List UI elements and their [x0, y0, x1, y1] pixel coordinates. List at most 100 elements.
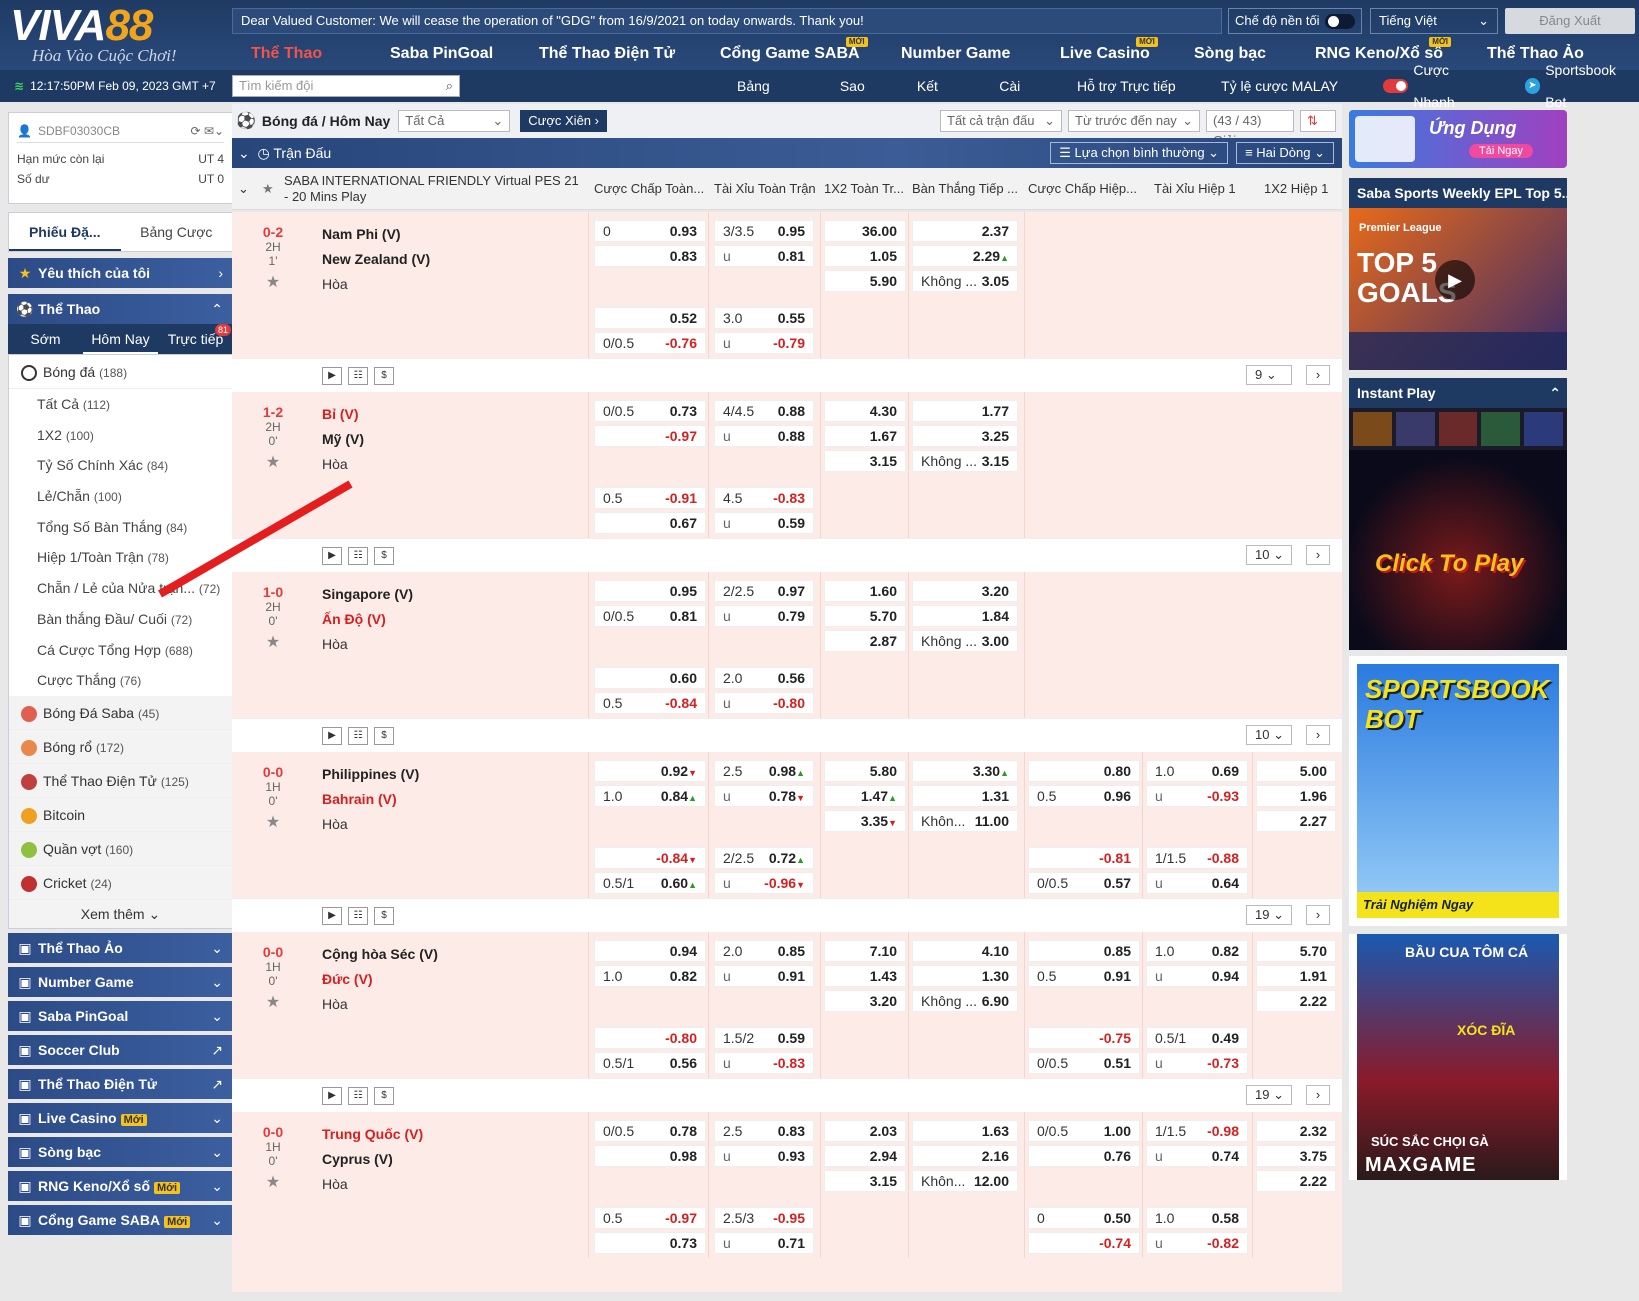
sport-sub-item[interactable]: Bàn thắng Đầu/ Cuối (72) — [9, 604, 232, 635]
live-stream-icon[interactable]: ▶ — [322, 1087, 342, 1105]
more-markets-select[interactable]: 9 ⌄ — [1246, 365, 1292, 385]
odds-cell[interactable]: 0.5/1 0.60▲ — [594, 872, 706, 894]
odds-cell[interactable]: 3.20 — [912, 580, 1018, 602]
odds-cell[interactable]: u 0.91 — [714, 965, 814, 987]
sub-nav-item[interactable]: Hỗ trợ Trực tiếp ⌄ — [1077, 70, 1189, 126]
odds-cell[interactable]: 1.0 0.82 — [594, 965, 706, 987]
sport-item[interactable]: Bóng rổ (172) — [9, 729, 232, 764]
sport-sub-item[interactable]: Tổng Số Bàn Thắng (84) — [9, 512, 232, 543]
odds-cell[interactable]: 36.00 — [824, 220, 906, 242]
sport-sub-item[interactable]: Cá Cược Tổng Hợp (688) — [9, 635, 232, 666]
tab-bet-list[interactable]: Bảng Cược — [121, 213, 233, 251]
odds-cell[interactable]: 4.5 -0.83 — [714, 487, 814, 509]
tab-early[interactable]: Sớm — [8, 324, 83, 354]
collapse-icon[interactable]: ⌄ — [238, 168, 249, 210]
cashout-icon[interactable]: $ — [374, 1087, 394, 1105]
odds-cell[interactable]: 3.25 — [912, 425, 1018, 447]
odds-cell[interactable]: 0 0.50 — [1028, 1207, 1140, 1229]
odds-cell[interactable]: Khôn... 12.00 — [912, 1170, 1018, 1192]
parlay-button[interactable]: Cược Xiên › — [520, 110, 607, 132]
odds-cell[interactable]: 2.03 — [824, 1120, 906, 1142]
odds-cell[interactable]: u 0.81 — [714, 245, 814, 267]
category-bar[interactable]: ▣ Sòng bạc ⌄ — [8, 1136, 233, 1167]
odds-cell[interactable]: 0/0.5 0.51 — [1028, 1052, 1140, 1074]
live-stream-icon[interactable]: ▶ — [322, 907, 342, 925]
stats-icon[interactable]: ☷ — [348, 727, 368, 745]
odds-cell[interactable]: 1.77 — [912, 400, 1018, 422]
odds-cell[interactable]: 0.60 — [594, 667, 706, 689]
chevron-right-icon[interactable]: › — [1306, 905, 1330, 925]
category-bar[interactable]: ▣ RNG Keno/Xổ số Mới ⌄ — [8, 1170, 233, 1201]
app-banner[interactable]: Ứng Dụng Tải Ngay — [1349, 110, 1567, 168]
sport-item[interactable]: Quần vợt (160) — [9, 831, 232, 866]
odds-cell[interactable]: u -0.93 — [1146, 785, 1248, 807]
odds-cell[interactable]: 2.5 0.98▲ — [714, 760, 814, 782]
odds-cell[interactable]: 1.05 — [824, 245, 906, 267]
odds-cell[interactable]: -0.74 — [1028, 1232, 1140, 1254]
odds-cell[interactable]: 2.27 — [1256, 810, 1336, 832]
favorite-star-icon[interactable]: ★ — [232, 1172, 314, 1192]
odds-cell[interactable]: Khôn... 11.00 — [912, 810, 1018, 832]
odds-cell[interactable]: 5.00 — [1256, 760, 1336, 782]
odds-cell[interactable]: 2.16 — [912, 1145, 1018, 1167]
main-nav-item[interactable]: Live Casino MỚI — [1060, 37, 1158, 68]
live-stream-icon[interactable]: ▶ — [322, 727, 342, 745]
sub-nav-item[interactable]: Kết Quả — [917, 70, 967, 126]
video-thumbnail[interactable]: Premier League TOP 5 GOALS ▶ — [1349, 208, 1567, 370]
odds-cell[interactable]: 0/0.5 0.81 — [594, 605, 706, 627]
odds-cell[interactable]: 0.5 -0.84 — [594, 692, 706, 714]
odds-cell[interactable]: u 0.71 — [714, 1232, 814, 1254]
odds-cell[interactable]: 2/2.5 0.72▲ — [714, 847, 814, 869]
sport-item[interactable]: Cricket (24) — [9, 865, 232, 900]
odds-cell[interactable]: 5.90 — [824, 270, 906, 292]
odds-cell[interactable]: 0/0.5 -0.76 — [594, 332, 706, 354]
odds-cell[interactable]: -0.84▼ — [594, 847, 706, 869]
odds-cell[interactable]: 1.0 0.82 — [1146, 940, 1248, 962]
odds-cell[interactable]: 1.60 — [824, 580, 906, 602]
odds-cell[interactable]: 0.5 -0.91 — [594, 487, 706, 509]
odds-cell[interactable]: 1.31 — [912, 785, 1018, 807]
chevron-right-icon[interactable]: › — [1306, 545, 1330, 565]
odds-cell[interactable]: -0.80 — [594, 1027, 706, 1049]
odds-cell[interactable]: u -0.80 — [714, 692, 814, 714]
odds-cell[interactable]: 2.94 — [824, 1145, 906, 1167]
cashout-icon[interactable]: $ — [374, 367, 394, 385]
maxgame-banner[interactable]: BẦU CUA TÔM CÁ XÓC ĐĨA SÚC SẮC CHỌI GÀ M… — [1349, 934, 1567, 1180]
odds-cell[interactable]: 2.22 — [1256, 990, 1336, 1012]
sport-sub-item[interactable]: Lẻ/Chẵn (100) — [9, 481, 232, 512]
sport-sub-item[interactable]: 1X2 (100) — [9, 420, 232, 451]
main-nav-item[interactable]: Saba PinGoal — [390, 40, 493, 68]
odds-cell[interactable]: 0.92▼ — [594, 760, 706, 782]
odds-cell[interactable]: 2.0 0.85 — [714, 940, 814, 962]
language-select[interactable]: Tiếng Việt ⌄ — [1370, 8, 1498, 34]
stats-icon[interactable]: ☷ — [348, 1087, 368, 1105]
logout-button[interactable]: Đăng Xuất — [1505, 8, 1635, 34]
odds-cell[interactable]: 2/2.5 0.97 — [714, 580, 814, 602]
search-icon[interactable]: ⌕ — [446, 76, 453, 96]
favorite-star-icon[interactable]: ★ — [232, 632, 314, 652]
odds-cell[interactable]: 2.87 — [824, 630, 906, 652]
live-stream-icon[interactable]: ▶ — [322, 367, 342, 385]
sport-sub-item[interactable]: Chẵn / Lẻ của Nửa trận... (72) — [9, 573, 232, 604]
search-input[interactable]: Tìm kiếm đội ⌕ — [232, 75, 460, 97]
stats-icon[interactable]: ☷ — [348, 907, 368, 925]
odds-cell[interactable]: 0.5/1 0.49 — [1146, 1027, 1248, 1049]
odds-cell[interactable]: 1/1.5 -0.98 — [1146, 1120, 1248, 1142]
odds-cell[interactable]: 2.37 — [912, 220, 1018, 242]
odds-cell[interactable]: 3.0 0.55 — [714, 307, 814, 329]
sport-sub-item[interactable]: Cược Thắng (76) — [9, 665, 232, 696]
sport-sub-item[interactable]: Tỷ Số Chính Xác (84) — [9, 450, 232, 481]
odds-cell[interactable]: Không ... 3.00 — [912, 630, 1018, 652]
odds-cell[interactable]: 4.10 — [912, 940, 1018, 962]
game-thumb[interactable] — [1395, 412, 1435, 446]
game-thumb[interactable] — [1353, 412, 1392, 446]
stats-icon[interactable]: ☷ — [348, 367, 368, 385]
odds-cell[interactable]: u -0.83 — [714, 1052, 814, 1074]
cashout-icon[interactable]: $ — [374, 907, 394, 925]
odds-cell[interactable]: u 0.94 — [1146, 965, 1248, 987]
odds-cell[interactable]: u -0.96▼ — [714, 872, 814, 894]
category-bar[interactable]: ▣ Thể Thao Ảo ⌄ — [8, 932, 233, 963]
odds-cell[interactable]: u 0.93 — [714, 1145, 814, 1167]
odds-cell[interactable]: 1/1.5 -0.88 — [1146, 847, 1248, 869]
match-filter-select[interactable]: Tất cả trận đấu ⌄ — [940, 110, 1062, 132]
